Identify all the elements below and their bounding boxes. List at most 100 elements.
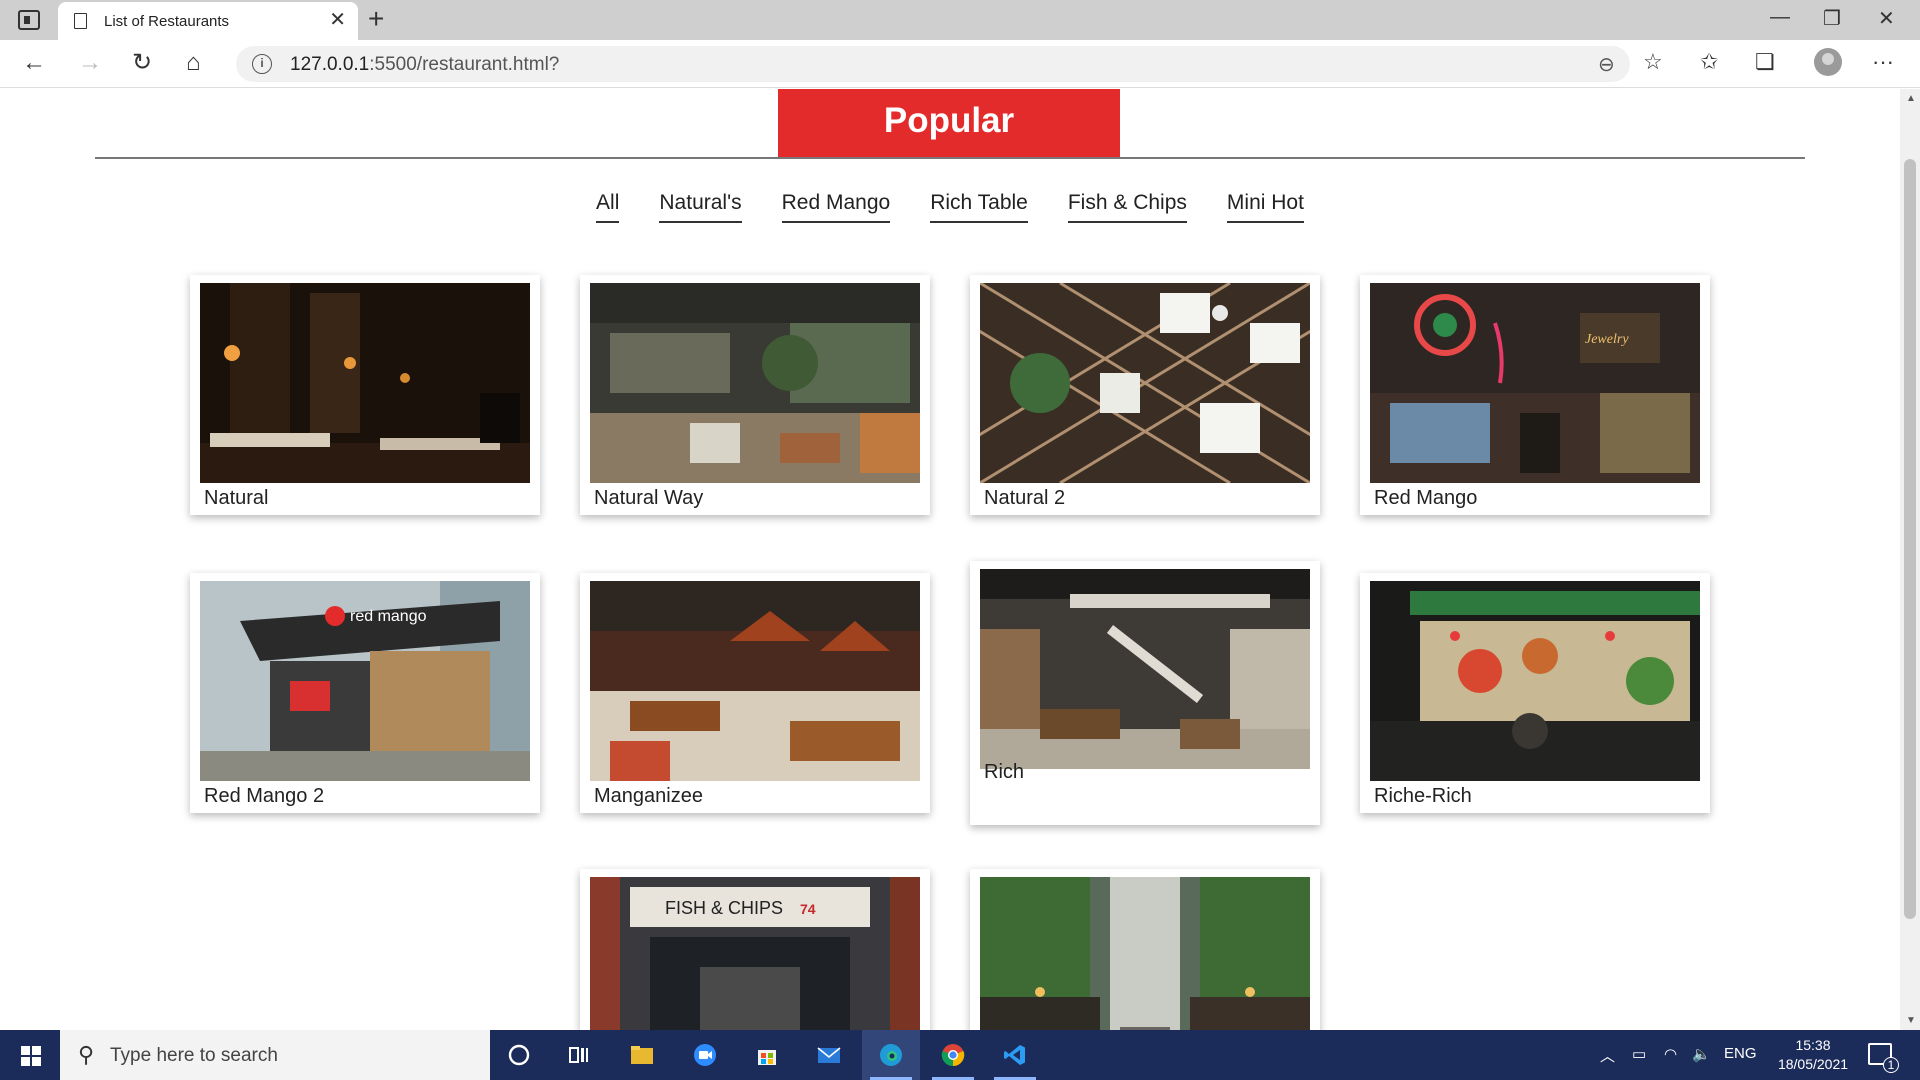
title-divider [95,157,1805,159]
svg-text:Jewelry: Jewelry [1585,332,1629,347]
zoom-app-button[interactable] [676,1030,734,1080]
browser-toolbar: ← → ↻ ⌂ i 127.0.0.1:5500/restaurant.html… [0,40,1920,88]
search-icon: ⚲ [78,1042,95,1067]
filter-red-mango[interactable]: Red Mango [781,191,891,223]
windows-logo-icon [21,1046,41,1066]
mail-button[interactable] [800,1030,858,1080]
system-clock[interactable]: 15:38 18/05/2021 [1768,1036,1858,1074]
restaurant-name[interactable]: Manganizee [594,785,703,808]
restaurant-name[interactable]: Natural Way [594,487,703,510]
add-favorite-icon[interactable]: ☆ [1643,49,1663,75]
restaurant-photo[interactable] [980,283,1310,483]
task-view-button[interactable] [550,1030,608,1080]
restaurant-photo[interactable] [590,581,920,781]
vscode-button[interactable] [986,1030,1044,1080]
url-text[interactable]: 127.0.0.1:5500/restaurant.html? [290,54,559,76]
restaurant-card[interactable]: Natural Way [580,275,930,515]
restaurant-name[interactable]: Natural [204,487,268,510]
restaurant-name[interactable]: Rich [984,761,1024,784]
back-arrow-icon[interactable]: ← [22,49,46,77]
notification-center-icon[interactable]: 1 [1868,1043,1899,1073]
minimize-window-button[interactable]: — [1770,6,1790,29]
favorites-icon[interactable]: ✩ [1700,49,1718,75]
filter-mini-hot[interactable]: Mini Hot [1226,191,1304,223]
address-bar[interactable]: i 127.0.0.1:5500/restaurant.html? ⊖ [236,46,1630,82]
clock-time: 15:38 [1795,1037,1831,1053]
edge-browser-icon [880,1044,902,1066]
store-button[interactable] [738,1030,796,1080]
restaurant-photo[interactable]: FISH & CHIPS 74 [590,877,920,1030]
close-window-button[interactable]: ✕ [1878,6,1895,31]
svg-text:FISH & CHIPS: FISH & CHIPS [665,898,783,918]
wifi-icon[interactable]: ◠ [1664,1045,1677,1063]
zoom-video-icon [694,1044,716,1066]
store-bag-icon [758,1050,776,1065]
forward-arrow-icon[interactable]: → [78,49,102,77]
restaurant-photo[interactable]: red mango [200,581,530,781]
restore-window-button[interactable]: ❐ [1823,6,1841,31]
page-title: Popular Restaurants [778,89,1120,204]
volume-icon[interactable]: 🔈 [1692,1045,1711,1063]
taskbar-search[interactable]: ⚲ Type here to search [60,1030,490,1080]
page-viewport: Popular Restaurants All Natural's Red Ma… [0,89,1900,1030]
scroll-up-arrow-icon[interactable]: ▲ [1906,93,1916,104]
filter-fish-chips[interactable]: Fish & Chips [1067,191,1187,223]
scrollbar-thumb[interactable] [1904,159,1916,919]
filter-all[interactable]: All [596,191,620,223]
show-hidden-icons-chevron-icon[interactable]: ︿ [1600,1045,1615,1066]
browser-tab[interactable]: List of Restaurants ✕ [58,2,358,40]
page-icon [74,13,87,29]
refresh-icon[interactable]: ↻ [132,49,152,77]
svg-text:red mango: red mango [350,608,427,625]
language-indicator[interactable]: ENG [1724,1045,1757,1062]
restaurant-card[interactable]: Manganizee [580,573,930,813]
cortana-icon [508,1044,530,1066]
start-button[interactable] [0,1030,60,1080]
chrome-button[interactable] [924,1030,982,1080]
restaurant-card[interactable]: red mango Red Mango 2 [190,573,540,813]
cortana-button[interactable] [490,1030,548,1080]
restaurant-card[interactable]: Riche-Rich [1360,573,1710,813]
restaurant-card[interactable]: Natural [190,275,540,515]
restaurant-card[interactable] [970,869,1320,1030]
site-info-icon[interactable]: i [252,54,272,74]
edge-button[interactable] [862,1030,920,1080]
page-scrollbar[interactable]: ▲ ▼ [1900,89,1920,1030]
restaurant-photo[interactable] [980,877,1310,1030]
restaurant-photo[interactable] [980,569,1310,769]
restaurant-name[interactable]: Red Mango [1374,487,1477,510]
tab-actions-icon[interactable] [18,10,40,30]
restaurant-card[interactable]: FISH & CHIPS 74 [580,869,930,1030]
restaurant-name[interactable]: Natural 2 [984,487,1065,510]
restaurant-card[interactable]: Natural 2 [970,275,1320,515]
filter-naturals[interactable]: Natural's [659,191,742,223]
windows-taskbar: ⚲ Type here to search ︿ ▭ ◠ 🔈 ENG 15:38 … [0,1030,1920,1080]
vscode-icon [1004,1045,1025,1065]
profile-avatar[interactable] [1814,48,1842,76]
zoom-icon[interactable]: ⊖ [1598,52,1615,77]
restaurant-photo[interactable] [1370,581,1700,781]
close-tab-icon[interactable]: ✕ [329,9,346,31]
more-menu-icon[interactable]: ··· [1872,49,1894,75]
new-tab-button[interactable]: + [368,3,384,35]
battery-icon[interactable]: ▭ [1632,1045,1646,1063]
restaurant-name[interactable]: Red Mango 2 [204,785,324,808]
restaurant-name[interactable]: Riche-Rich [1374,785,1472,808]
notification-count-badge: 1 [1883,1057,1899,1073]
filter-rich-table[interactable]: Rich Table [930,191,1028,223]
tab-title: List of Restaurants [104,13,230,30]
restaurant-photo[interactable]: Jewelry [1370,283,1700,483]
restaurant-photo[interactable] [200,283,530,483]
file-explorer-button[interactable] [613,1030,671,1080]
restaurant-photo[interactable] [590,283,920,483]
scroll-down-arrow-icon[interactable]: ▼ [1906,1015,1916,1026]
chrome-browser-icon [941,1044,965,1067]
restaurant-card[interactable]: Rich [970,561,1320,825]
filter-nav: All Natural's Red Mango Rich Table Fish … [0,191,1900,223]
collections-icon[interactable]: ❏ [1755,49,1775,75]
restaurant-card[interactable]: Jewelry Red Mango [1360,275,1710,515]
home-icon[interactable]: ⌂ [186,49,201,77]
mail-icon [817,1047,841,1063]
svg-text:74: 74 [800,901,816,917]
task-view-icon [569,1047,588,1063]
